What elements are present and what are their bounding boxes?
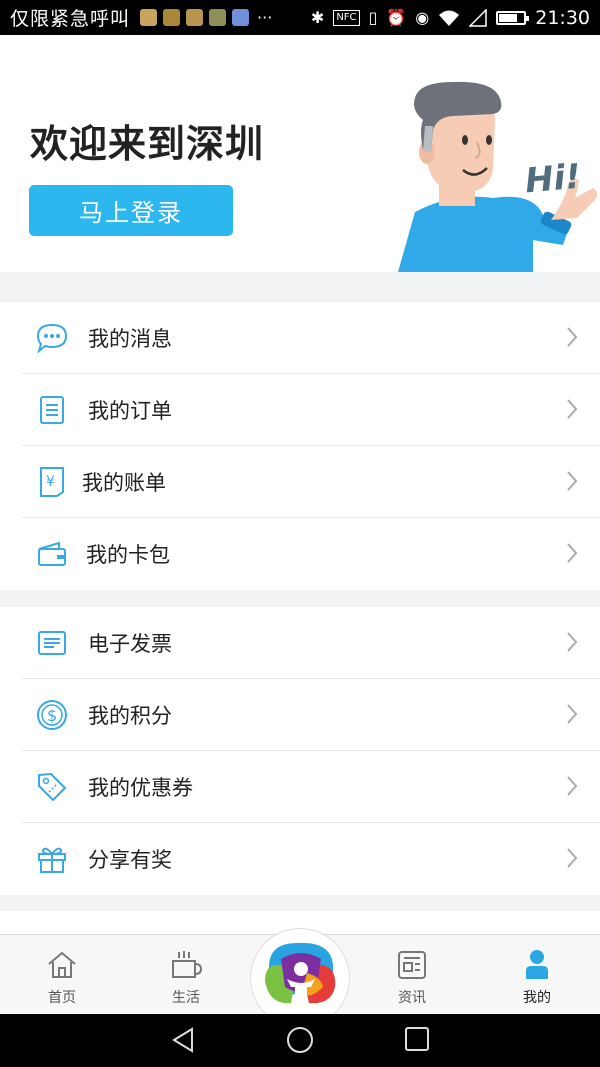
wifi-icon: [439, 10, 460, 26]
mascot-greeting: Hi!: [523, 157, 582, 202]
home-icon: [46, 947, 78, 983]
coupon-tag-icon: [32, 767, 72, 807]
menu-item-share-rewards[interactable]: 分享有奖: [22, 823, 600, 895]
chevron-right-icon: [567, 776, 578, 796]
welcome-title: 欢迎来到深圳: [30, 122, 265, 166]
coffee-cup-icon: [169, 947, 203, 983]
alarm-icon: ⏰: [386, 8, 407, 27]
person-icon: [524, 947, 550, 983]
welcome-header: 欢迎来到深圳 马上登录 Hi!: [0, 35, 600, 272]
tab-label: 资讯: [398, 990, 426, 1006]
vibrate-icon: ▯: [368, 8, 378, 27]
menu-label: 我的账单: [82, 470, 166, 495]
menu-item-messages[interactable]: 我的消息: [22, 302, 600, 374]
battery-icon: [496, 10, 530, 25]
system-navigation-bar: [0, 1014, 600, 1067]
points-dollar-icon: $: [32, 695, 72, 735]
city-logo-icon: [265, 942, 336, 1005]
center-home-button[interactable]: [250, 928, 350, 1028]
tab-home[interactable]: 首页: [22, 935, 102, 1015]
menu-label: 我的卡包: [86, 543, 170, 567]
app-notification-icon: [209, 9, 227, 26]
menu-group-benefits: 电子发票 $ 我的积分 我的优惠券 分享有奖: [0, 607, 600, 895]
menu-label: 我的积分: [88, 703, 172, 728]
chevron-right-icon: [567, 471, 578, 491]
mascot-illustration: Hi!: [398, 81, 598, 272]
tab-life[interactable]: 生活: [146, 935, 226, 1015]
invoice-icon: [32, 623, 72, 663]
order-document-icon: [32, 390, 72, 430]
nfc-icon: NFC: [333, 9, 360, 26]
clock: 21:30: [535, 6, 590, 29]
bluetooth-icon: ✱: [310, 8, 325, 27]
status-bar: 仅限紧急呼叫 ··· ✱ NFC ▯ ⏰ ◉ 21:30: [0, 0, 600, 35]
back-icon[interactable]: [170, 1026, 198, 1054]
menu-label: 我的订单: [88, 398, 172, 423]
tab-label: 首页: [48, 990, 76, 1006]
chevron-right-icon: [567, 632, 578, 652]
carrier-text: 仅限紧急呼叫: [10, 8, 131, 30]
app-notification-icon: [232, 9, 250, 26]
message-bubble-icon: [32, 318, 72, 358]
menu-item-orders[interactable]: 我的订单: [22, 374, 600, 446]
login-button[interactable]: 马上登录: [29, 185, 233, 236]
menu-item-coupons[interactable]: 我的优惠券: [22, 751, 600, 823]
svg-text:$: $: [47, 706, 57, 725]
menu-group-account: 我的消息 我的订单 ¥ 我的账单 我的卡包: [0, 302, 600, 590]
signal-icon: [469, 8, 487, 27]
menu-label: 我的消息: [88, 326, 172, 351]
tab-news[interactable]: 资讯: [372, 935, 452, 1015]
app-notification-icon: [163, 9, 181, 26]
recent-apps-icon[interactable]: [404, 1026, 430, 1052]
notification-icons: [140, 9, 250, 26]
app-notification-icon: [186, 9, 204, 26]
menu-label: 我的优惠券: [88, 775, 193, 800]
chevron-right-icon: [567, 704, 578, 724]
chevron-right-icon: [567, 848, 578, 868]
home-circle-icon[interactable]: [286, 1026, 314, 1054]
menu-label: 电子发票: [88, 631, 172, 656]
tab-label: 我的: [523, 990, 551, 1006]
gift-icon: [32, 839, 72, 879]
more-notifications-icon: ···: [257, 8, 273, 27]
bill-yen-icon: ¥: [32, 462, 72, 502]
menu-label: 分享有奖: [88, 848, 172, 872]
app-notification-icon: [140, 9, 158, 26]
svg-text:¥: ¥: [46, 474, 55, 490]
chevron-right-icon: [567, 327, 578, 347]
menu-item-points[interactable]: $ 我的积分: [22, 679, 600, 751]
menu-item-bills[interactable]: ¥ 我的账单: [22, 446, 600, 518]
chevron-right-icon: [567, 543, 578, 563]
tab-label: 生活: [172, 990, 200, 1006]
menu-item-e-invoice[interactable]: 电子发票: [22, 607, 600, 679]
eye-comfort-icon: ◉: [415, 8, 430, 27]
news-icon: [397, 947, 427, 983]
wallet-icon: [32, 534, 72, 574]
menu-item-card-wallet[interactable]: 我的卡包: [22, 518, 600, 590]
tab-mine[interactable]: 我的: [497, 935, 577, 1015]
chevron-right-icon: [567, 399, 578, 419]
